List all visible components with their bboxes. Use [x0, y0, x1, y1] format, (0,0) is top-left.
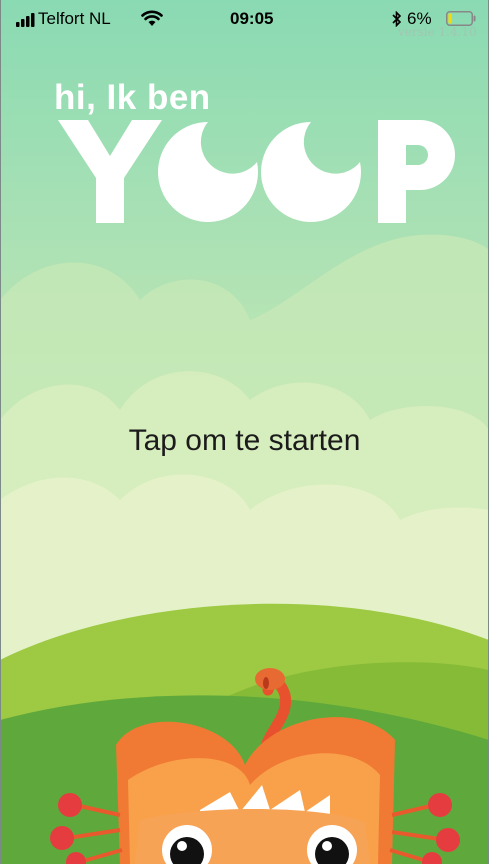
wifi-icon [141, 10, 163, 26]
cellular-signal-icon [16, 13, 35, 27]
version-label: versie 1.4.10 [398, 25, 477, 39]
clock: 09:05 [230, 9, 274, 28]
yoop-logo [58, 120, 455, 223]
tap-to-start-prompt[interactable]: Tap om te starten [0, 424, 489, 458]
carrier-name: Telfort NL [38, 9, 111, 28]
yoop-mascot [50, 668, 460, 864]
greeting-text: hi, Ik ben [54, 78, 211, 117]
battery-icon [446, 11, 476, 26]
splash-screen[interactable]: Telfort NL 09:05 6% versie 1.4.10 hi, Ik… [0, 0, 489, 864]
